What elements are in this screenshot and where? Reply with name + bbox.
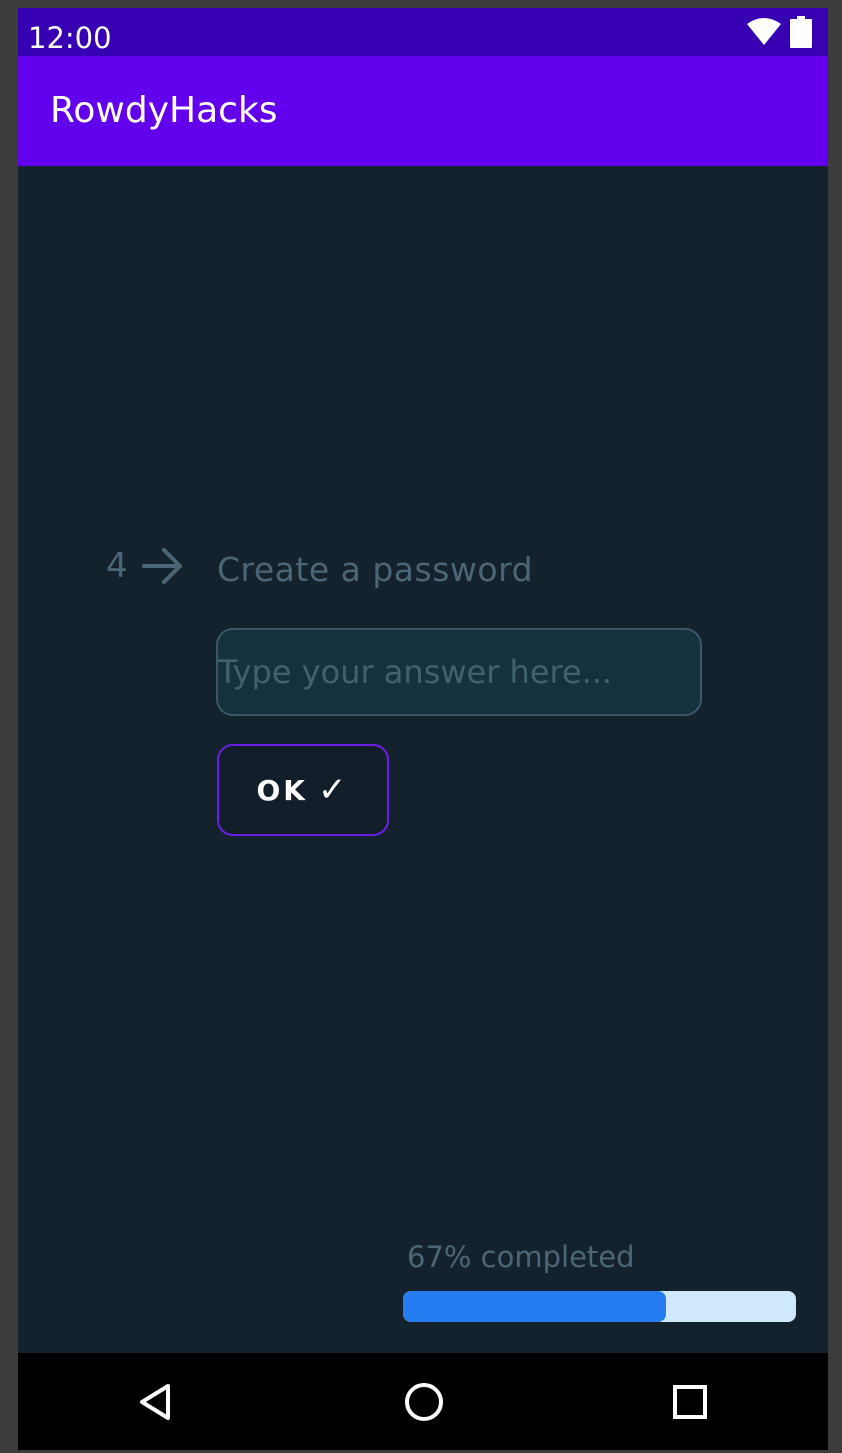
arrow-right-icon — [141, 546, 184, 586]
battery-icon — [790, 16, 812, 52]
question-number: 4 — [106, 546, 184, 586]
navigation-bar — [18, 1353, 828, 1450]
status-bar: 12:00 — [18, 8, 828, 56]
progress-bar — [403, 1291, 796, 1322]
home-icon[interactable] — [399, 1377, 449, 1427]
back-icon[interactable] — [131, 1377, 181, 1427]
question-text: Create a password — [217, 550, 534, 589]
check-icon: ✓ — [318, 770, 350, 810]
wifi-icon — [746, 18, 782, 50]
progress-label: 67% completed — [407, 1240, 635, 1274]
progress-bar-fill — [403, 1291, 667, 1322]
ok-button-label: OK — [256, 773, 308, 807]
app-title: RowdyHacks — [50, 90, 278, 131]
recents-icon[interactable] — [665, 1377, 715, 1427]
ok-button[interactable]: OK ✓ — [217, 744, 389, 836]
app-bar: RowdyHacks — [18, 56, 828, 166]
status-time: 12:00 — [28, 21, 112, 55]
question-number-value: 4 — [106, 546, 128, 586]
status-icons — [746, 16, 812, 52]
phone-screen: 12:00 RowdyHacks 4 Create a password Typ… — [18, 8, 828, 1450]
form-content: 4 Create a password OK ✓ 67% completed — [18, 166, 828, 1353]
answer-input[interactable] — [216, 628, 702, 716]
